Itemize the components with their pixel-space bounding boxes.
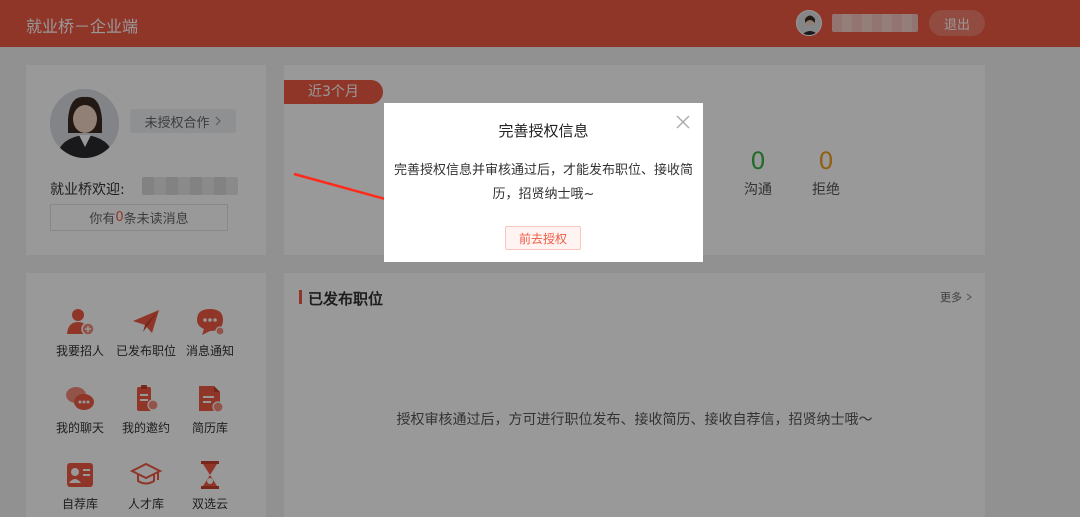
modal-title: 完善授权信息 — [498, 122, 589, 140]
modal-body-line: 完善授权信息并审核通过后，才能发布职位、接收简 — [393, 163, 693, 178]
go-authorize-button[interactable]: 前去授权 — [505, 226, 581, 250]
authorization-modal: 完善授权信息 完善授权信息并审核通过后，才能发布职位、接收简 历，招贤纳士哦~ … — [384, 103, 703, 262]
modal-body: 完善授权信息并审核通过后，才能发布职位、接收简 历，招贤纳士哦~ — [392, 159, 695, 207]
modal-body-line: 历，招贤纳士哦~ — [492, 187, 595, 202]
close-icon[interactable] — [674, 113, 692, 131]
